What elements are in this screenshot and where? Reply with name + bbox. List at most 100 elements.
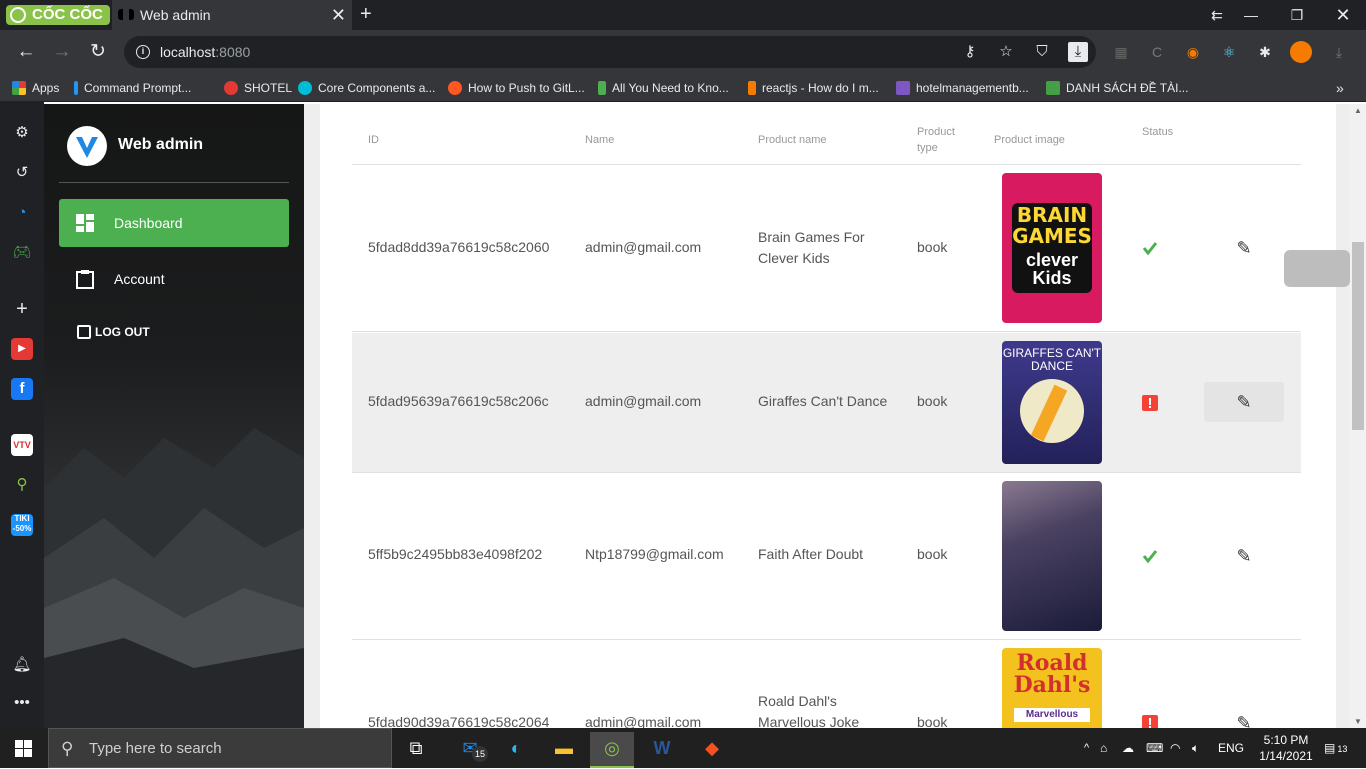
table-row[interactable]: 5fdad90d39a76619c58c2064 admin@gmail.com… xyxy=(352,640,1301,728)
scroll-up-icon[interactable]: ▲ xyxy=(1354,106,1362,115)
coccoc-menu-button[interactable]: CỐC CỐC xyxy=(6,5,110,25)
bookmark-item[interactable]: All You Need to Kno... xyxy=(598,74,729,102)
close-window-icon[interactable]: ✕ xyxy=(1320,0,1366,30)
downloads-icon[interactable]: ⤓ xyxy=(1328,41,1350,63)
table-row[interactable]: 5fdad8dd39a76619c58c2060 admin@gmail.com… xyxy=(352,165,1301,332)
url-port: :8080 xyxy=(215,44,251,60)
nav-account[interactable]: Account xyxy=(59,255,289,303)
edit-button[interactable]: ✎ xyxy=(1204,536,1284,576)
language-indicator[interactable]: ENG xyxy=(1218,728,1244,768)
extension-circle-icon[interactable]: ◉ xyxy=(1182,41,1204,63)
close-tab-icon[interactable]: ✕ xyxy=(331,0,346,30)
wifi-icon[interactable]: ◠ xyxy=(1170,728,1180,768)
table-row[interactable]: 5fdad95639a76619c58c206c admin@gmail.com… xyxy=(352,333,1301,473)
back-icon[interactable]: ← xyxy=(14,40,38,64)
messenger-icon[interactable]: ◔ xyxy=(11,202,33,224)
status-pending-icon xyxy=(1142,395,1158,411)
profile-avatar[interactable] xyxy=(1290,41,1312,63)
gear-icon xyxy=(298,81,312,95)
product-cover-image[interactable]: BRAIN GAMES clever Kids xyxy=(1002,173,1102,323)
brand-name[interactable]: Web admin xyxy=(118,136,203,154)
floating-action-button[interactable] xyxy=(1284,250,1350,287)
product-cover-image[interactable]: Roald Dahl's Marvellous xyxy=(1002,648,1102,728)
extensions-puzzle-icon[interactable]: ✱ xyxy=(1254,41,1276,63)
forward-icon[interactable]: → xyxy=(50,40,74,64)
bookmark-item[interactable]: DANH SÁCH ĐỀ TÀI... xyxy=(1046,74,1188,102)
key-icon[interactable]: ⚷ xyxy=(960,42,980,62)
edit-button[interactable]: ✎ xyxy=(1204,382,1284,422)
main-content: ID Name Product name Product type Produc… xyxy=(304,104,1350,728)
product-cover-image[interactable] xyxy=(1002,481,1102,631)
bookmark-item[interactable]: How to Push to GitL... xyxy=(448,74,585,102)
bookmark-item[interactable]: Core Components a... xyxy=(298,74,435,102)
onedrive-icon[interactable]: ☁ xyxy=(1122,728,1134,768)
extension-grid-icon[interactable]: ▦ xyxy=(1110,41,1132,63)
windows-start-icon[interactable] xyxy=(15,740,32,757)
tray-chevron-icon[interactable]: ^ xyxy=(1084,728,1089,768)
edge-browser-icon[interactable]: ◐ xyxy=(494,732,538,768)
more-bookmarks-icon[interactable]: » xyxy=(1336,74,1344,102)
more-options-icon[interactable]: ••• xyxy=(11,692,33,714)
scroll-down-icon[interactable]: ▼ xyxy=(1354,717,1362,726)
volume-icon[interactable]: 🔈︎ xyxy=(1192,728,1199,768)
pencil-icon: ✎ xyxy=(1236,546,1252,566)
product-cover-image[interactable]: GIRAFFES CAN'T DANCE xyxy=(1002,341,1102,464)
bookmarks-bar: Apps Command Prompt... SHOTEL Core Compo… xyxy=(0,74,1366,102)
history-icon[interactable]: ↺ xyxy=(11,162,33,184)
tab-web-admin[interactable]: Web admin ✕ xyxy=(112,0,352,30)
address-bar[interactable]: i localhost:8080 ⚷ ☆ ⛉ ⤓ xyxy=(124,36,1096,68)
dashboard-icon xyxy=(76,214,94,232)
nav-dashboard[interactable]: Dashboard xyxy=(59,199,289,247)
git-app-icon[interactable]: ◆ xyxy=(690,732,734,768)
word-app-icon[interactable]: W xyxy=(640,732,684,768)
extension-c-icon[interactable]: C xyxy=(1146,41,1168,63)
bookmark-item[interactable]: hotelmanagementb... xyxy=(896,74,1029,102)
bookmark-star-icon[interactable]: ☆ xyxy=(996,42,1016,62)
facebook-icon[interactable]: f xyxy=(11,378,33,400)
minimize-icon[interactable]: — xyxy=(1228,0,1274,30)
file-explorer-icon[interactable]: ▬ xyxy=(542,732,586,768)
tiki-icon[interactable]: TIKI -50% xyxy=(11,514,33,536)
bookmark-item[interactable]: SHOTEL xyxy=(224,74,292,102)
reload-icon[interactable]: ↻ xyxy=(86,40,110,64)
youtube-icon[interactable]: ▶ xyxy=(11,338,33,360)
page-scrollbar[interactable]: ▲ ▼ xyxy=(1350,104,1366,728)
new-tab-icon[interactable]: + xyxy=(360,3,372,26)
bookmark-item[interactable]: Apps xyxy=(12,74,59,102)
clock[interactable]: 5:10 PM 1/14/2021 xyxy=(1255,732,1317,764)
taskbar-search-box[interactable]: ⚲ Type here to search xyxy=(48,728,392,768)
react-devtools-icon[interactable]: ⚛ xyxy=(1218,41,1240,63)
download-page-icon[interactable]: ⤓ xyxy=(1068,42,1088,62)
logout-label: LOG OUT xyxy=(95,325,150,339)
search-icon: ⚲ xyxy=(61,739,74,758)
mail-app-icon[interactable]: ✉ 15 xyxy=(448,732,492,768)
action-center-icon[interactable]: ▤ 13 xyxy=(1324,728,1347,769)
edit-button[interactable]: ✎ xyxy=(1204,228,1284,268)
logout-button[interactable]: LOG OUT xyxy=(77,324,150,340)
bookmark-item[interactable]: reactjs - How do I m... xyxy=(748,74,879,102)
maximize-icon[interactable]: ❐ xyxy=(1274,0,1320,30)
gamepad-icon[interactable]: 🎮︎ xyxy=(11,242,33,264)
cell-id: 5fdad95639a76619c58c206c xyxy=(368,393,549,409)
pencil-icon: ✎ xyxy=(1236,238,1252,258)
add-panel-icon[interactable]: + xyxy=(11,298,33,320)
task-view-icon[interactable]: ⧉ xyxy=(394,732,438,768)
scrollbar-thumb[interactable] xyxy=(1352,242,1364,430)
tray-device-icon[interactable]: ⌂ xyxy=(1100,728,1107,768)
table-row[interactable]: 5ff5b9c2495bb83e4098f202 Ntp18799@gmail.… xyxy=(352,473,1301,640)
vtv-go-icon[interactable]: VTV xyxy=(11,434,33,456)
bookmark-item[interactable]: Command Prompt... xyxy=(74,74,191,102)
ime-icon[interactable]: ⌨ xyxy=(1146,728,1163,768)
edit-button[interactable]: ✎ xyxy=(1204,703,1284,728)
coccoc-map-icon[interactable]: ⚲ xyxy=(11,474,33,496)
cell-product-type: book xyxy=(917,393,948,409)
settings-gear-icon[interactable]: ⚙ xyxy=(11,122,33,144)
cover-title: GIRAFFES CAN'T DANCE xyxy=(1002,346,1102,373)
coccoc-taskbar-icon[interactable]: ◎ xyxy=(590,732,634,768)
bookmark-label: How to Push to GitL... xyxy=(468,81,585,95)
bookmark-label: DANH SÁCH ĐỀ TÀI... xyxy=(1066,81,1189,95)
shield-icon[interactable]: ⛉ xyxy=(1032,42,1052,62)
site-info-icon[interactable]: i xyxy=(136,45,150,59)
brand-logo[interactable] xyxy=(67,126,107,166)
notifications-bell-icon[interactable]: 🔔︎ xyxy=(11,654,33,676)
